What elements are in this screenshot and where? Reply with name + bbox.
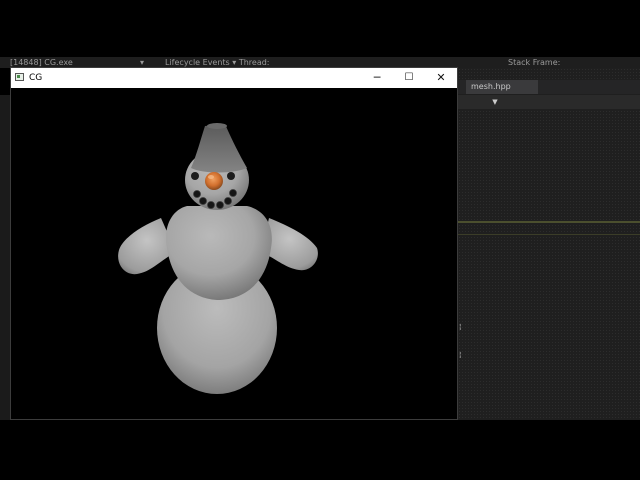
ide-divider — [458, 234, 640, 235]
render-viewport[interactable] — [11, 88, 457, 419]
window-titlebar[interactable]: CG ─ ☐ ✕ — [11, 68, 457, 88]
cg-window[interactable]: CG ─ ☐ ✕ — [10, 67, 458, 420]
snowman-nose — [205, 172, 223, 190]
close-button[interactable]: ✕ — [425, 68, 457, 88]
maximize-button[interactable]: ☐ — [393, 68, 425, 88]
ide-gutter-mark: ¦ — [459, 351, 462, 359]
chevron-down-icon[interactable]: ▼ — [490, 95, 500, 109]
app-icon — [15, 73, 24, 81]
ide-editor-pane — [458, 68, 640, 420]
desktop: [14848] CG.exe ▾ Lifecycle Events ▾ Thre… — [0, 0, 640, 480]
ide-gutter-mark: ¦ — [459, 323, 462, 331]
ide-navigation-bar — [458, 95, 640, 109]
minimize-button[interactable]: ─ — [361, 68, 393, 88]
window-title: CG — [29, 73, 43, 83]
ide-divider — [458, 221, 640, 223]
snowman-hat — [191, 123, 247, 173]
stack-frame-label: Stack Frame: — [508, 58, 561, 67]
tab-mesh-hpp[interactable]: mesh.hpp — [466, 80, 538, 94]
snowman-render — [118, 123, 318, 394]
